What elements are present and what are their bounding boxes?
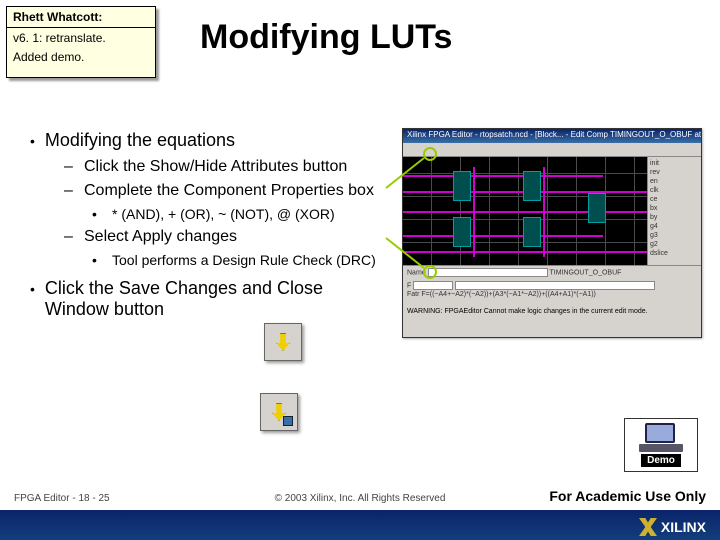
x-icon bbox=[639, 518, 657, 536]
screenshot-titlebar: Xilinx FPGA Editor - rtopsatch.ncd - [Bl… bbox=[403, 129, 701, 143]
dash-icon: – bbox=[64, 228, 74, 246]
logic-block bbox=[523, 171, 541, 201]
wire bbox=[403, 211, 649, 213]
side-label: rev bbox=[650, 168, 699, 177]
side-label: clk bbox=[650, 186, 699, 195]
xilinx-logo: XILINX bbox=[639, 518, 706, 536]
callout-arrow-2 bbox=[380, 230, 440, 280]
comment-author: Rhett Whatcott: bbox=[7, 7, 155, 28]
disk-icon bbox=[283, 416, 293, 426]
review-comment: Rhett Whatcott: v6. 1: retranslate. Adde… bbox=[6, 6, 156, 78]
side-label: init bbox=[650, 159, 699, 168]
slide-body: • Modifying the equations –Click the Sho… bbox=[30, 130, 380, 330]
slide-root: Rhett Whatcott: v6. 1: retranslate. Adde… bbox=[0, 0, 720, 540]
dash-icon: – bbox=[64, 158, 74, 176]
comment-body: v6. 1: retranslate. Added demo. bbox=[7, 28, 155, 77]
slide-title: Modifying LUTs bbox=[200, 18, 452, 57]
side-label: g4 bbox=[650, 222, 699, 231]
screenshot-properties-panel: Name TIMINGOUT_O_OBUF F Fatr F=((~A4+~A2… bbox=[403, 265, 701, 337]
signal-side-panel: init rev en clk ce bx by g4 g3 g2 dslice bbox=[647, 157, 701, 265]
subsub-drc: Tool performs a Design Rule Check (DRC) bbox=[112, 252, 376, 268]
bottom-bar: XILINX bbox=[0, 510, 720, 540]
name-field-value: TIMINGOUT_O_OBUF bbox=[549, 269, 621, 276]
arrow-down-icon bbox=[276, 333, 290, 351]
logic-block bbox=[453, 171, 471, 201]
logic-block bbox=[588, 193, 606, 223]
demo-label: Demo bbox=[641, 454, 681, 467]
side-label: by bbox=[650, 213, 699, 222]
side-label: en bbox=[650, 177, 699, 186]
screenshot-toolbar bbox=[403, 143, 701, 157]
bullet-icon: • bbox=[30, 130, 35, 152]
comment-line-2: Added demo. bbox=[13, 50, 149, 65]
warning-line: WARNING: FPGAEditor Cannot make logic ch… bbox=[407, 308, 697, 315]
bullet-save-close: Click the Save Changes and Close Window … bbox=[45, 278, 380, 320]
callout-arrow-1 bbox=[380, 146, 440, 196]
logic-block bbox=[453, 217, 471, 247]
footer-right: For Academic Use Only bbox=[549, 488, 706, 504]
save-close-button[interactable] bbox=[260, 393, 298, 431]
dot-icon: • bbox=[92, 252, 102, 268]
comment-line-1: v6. 1: retranslate. bbox=[13, 31, 149, 46]
apply-changes-button[interactable] bbox=[264, 323, 302, 361]
fpga-editor-screenshot: Xilinx FPGA Editor - rtopsatch.ncd - [Bl… bbox=[402, 128, 702, 338]
logic-block bbox=[523, 217, 541, 247]
fexpr-field[interactable] bbox=[455, 281, 655, 290]
name-field[interactable] bbox=[428, 268, 548, 277]
side-label: ce bbox=[650, 195, 699, 204]
subpoint-apply: Select Apply changes bbox=[84, 228, 237, 246]
screenshot-canvas: init rev en clk ce bx by g4 g3 g2 dslice bbox=[403, 157, 701, 265]
prop-label-f: F bbox=[407, 282, 411, 289]
wire bbox=[543, 167, 545, 257]
bullet-icon: • bbox=[30, 278, 35, 320]
fattr-field[interactable] bbox=[413, 281, 453, 290]
side-label: dslice bbox=[650, 249, 699, 258]
subsub-operators: * (AND), + (OR), ~ (NOT), @ (XOR) bbox=[112, 206, 335, 222]
laptop-icon bbox=[639, 423, 683, 452]
subpoint-component-props: Complete the Component Properties box bbox=[84, 182, 374, 200]
bullet-modifying-equations: Modifying the equations bbox=[45, 130, 235, 152]
f-expression-text: Fatr F=((~A4+~A2)*(~A2))+(A3*(~A1*~A2))+… bbox=[407, 291, 697, 298]
side-label: g2 bbox=[650, 240, 699, 249]
side-label: g3 bbox=[650, 231, 699, 240]
logo-text: XILINX bbox=[661, 519, 706, 535]
subpoint-show-hide: Click the Show/Hide Attributes button bbox=[84, 158, 347, 176]
dash-icon: – bbox=[64, 182, 74, 200]
demo-launcher[interactable]: Demo bbox=[624, 418, 698, 472]
side-label: bx bbox=[650, 204, 699, 213]
wire bbox=[473, 167, 475, 257]
dot-icon: • bbox=[92, 206, 102, 222]
